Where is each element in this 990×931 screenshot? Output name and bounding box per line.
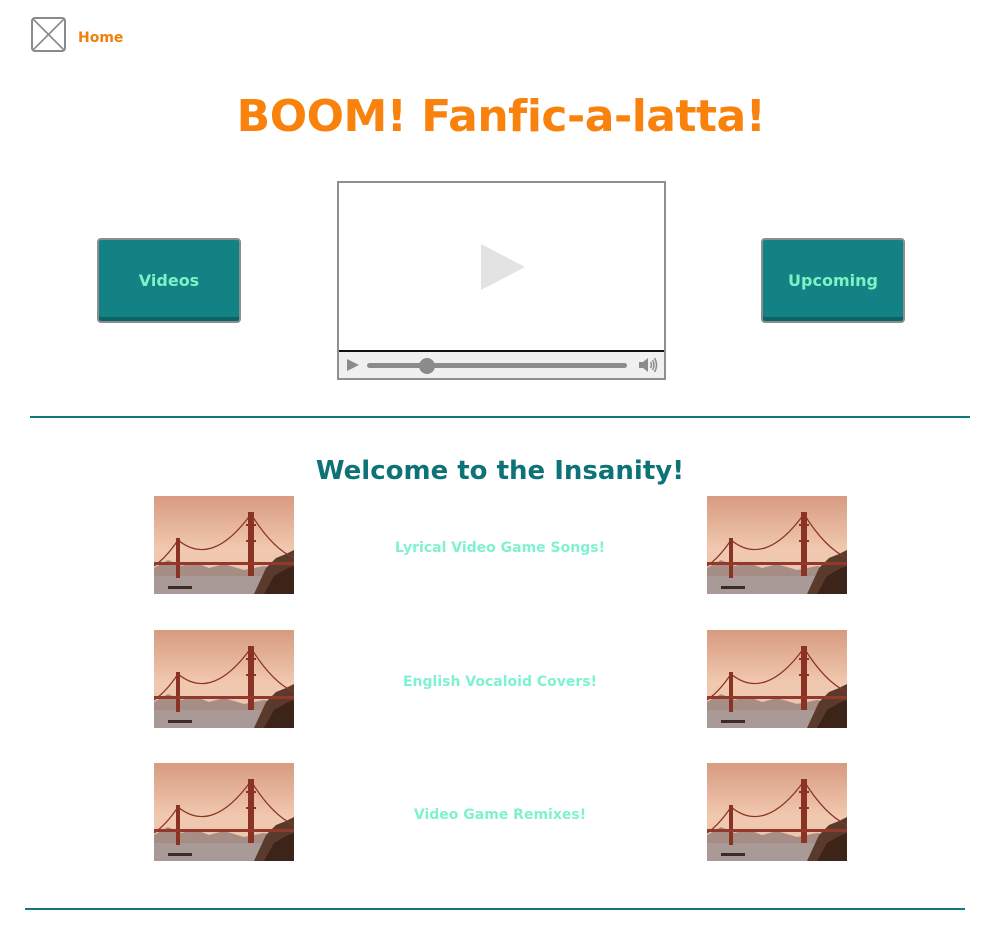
golden-gate-bridge-photo — [706, 763, 848, 861]
logo-placeholder-icon[interactable] — [31, 17, 66, 52]
home-link[interactable]: Home — [78, 29, 123, 47]
videos-button[interactable]: Videos — [97, 238, 241, 323]
row-2-left-thumbnail[interactable] — [153, 630, 295, 728]
seek-thumb[interactable] — [418, 358, 435, 374]
golden-gate-bridge-photo — [153, 630, 295, 728]
row-1-left-thumbnail[interactable] — [153, 496, 295, 594]
video-screen[interactable] — [339, 183, 664, 352]
row-1-link[interactable]: Lyrical Video Game Songs! — [300, 539, 700, 557]
row-2-link[interactable]: English Vocaloid Covers! — [300, 673, 700, 691]
volume-icon[interactable] — [639, 357, 659, 373]
row-3-right-thumbnail[interactable] — [706, 763, 848, 861]
row-1-right-thumbnail[interactable] — [706, 496, 848, 594]
row-3-link[interactable]: Video Game Remixes! — [300, 806, 700, 824]
row-2-right-thumbnail[interactable] — [706, 630, 848, 728]
golden-gate-bridge-photo — [153, 763, 295, 861]
site-title: BOOM! Fanfic-a-latta! — [236, 91, 766, 142]
section-divider-top — [30, 416, 970, 418]
golden-gate-bridge-photo — [706, 630, 848, 728]
golden-gate-bridge-photo — [153, 496, 295, 594]
golden-gate-bridge-photo — [706, 496, 848, 594]
seek-bar[interactable] — [367, 358, 627, 374]
player-controls — [339, 352, 664, 378]
row-3-left-thumbnail[interactable] — [153, 763, 295, 861]
play-icon[interactable] — [481, 244, 525, 290]
upcoming-button[interactable]: Upcoming — [761, 238, 905, 323]
video-player[interactable] — [337, 181, 666, 380]
control-play-icon[interactable] — [347, 359, 359, 371]
section-title: Welcome to the Insanity! — [315, 456, 685, 486]
section-divider-bottom — [25, 908, 965, 910]
